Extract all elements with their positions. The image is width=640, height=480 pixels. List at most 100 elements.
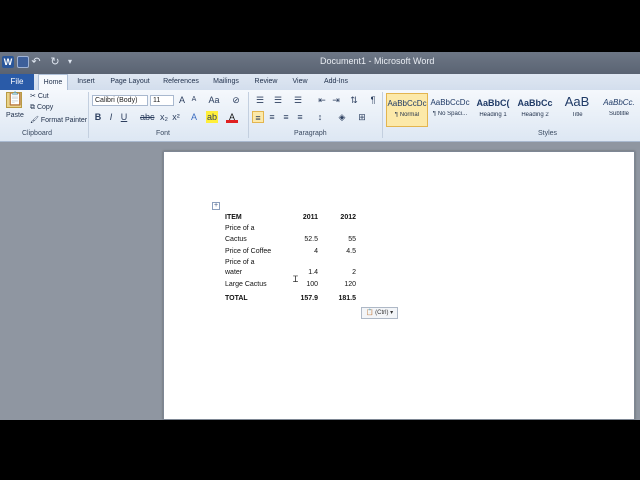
table-cell-item: water (225, 269, 243, 276)
strikethrough-icon[interactable]: abc (140, 111, 155, 123)
font-color-icon[interactable]: A (226, 111, 238, 123)
style-heading-2[interactable]: AaBbCc Heading 2 (514, 93, 556, 127)
clear-formatting-icon[interactable]: ⊘ (230, 94, 242, 106)
style-subtitle[interactable]: AaBbCc. Subtitle (598, 93, 640, 127)
style-name: Heading 1 (479, 112, 507, 118)
increase-indent-icon[interactable]: ⇥ (330, 94, 342, 106)
table-cell-item: Price of Coffee (225, 248, 272, 255)
paragraph-group-label: Paragraph (294, 130, 327, 137)
text-effects-icon[interactable]: A (188, 111, 200, 123)
underline-icon[interactable]: U (118, 111, 130, 123)
paste-button[interactable]: Paste (6, 112, 24, 119)
style-sample: AaBbCc. (603, 98, 635, 107)
align-right-icon[interactable]: ≡ (280, 111, 292, 123)
subscript-icon[interactable]: x₂ (158, 111, 170, 123)
table-header-2011: 2011 (302, 214, 318, 221)
tab-view[interactable]: View (288, 74, 312, 90)
table-cell-2012: 2 (352, 269, 356, 276)
table-cell-item: Cactus (225, 236, 247, 243)
ribbon-tabs: File Home Insert Page Layout References … (0, 74, 640, 90)
table-cell-item: Price of a (225, 259, 255, 266)
save-icon[interactable] (17, 56, 29, 68)
ribbon: 📋 Paste ✂ Cut ⧉ Copy 🖌 Format Painter Cl… (0, 90, 640, 142)
customize-quick-access-icon[interactable]: ▾ (64, 56, 76, 68)
style-sample: AaB (564, 94, 590, 109)
separator (88, 92, 89, 138)
tab-page-layout[interactable]: Page Layout (106, 74, 154, 90)
tab-home[interactable]: Home (38, 74, 68, 90)
grow-font-icon[interactable]: A (176, 94, 188, 106)
tab-add-ins[interactable]: Add-Ins (318, 74, 354, 90)
font-name-box[interactable]: Calibri (Body) (92, 95, 148, 106)
justify-icon[interactable]: ≡ (294, 111, 306, 123)
shading-icon[interactable]: ◈ (336, 111, 348, 123)
borders-icon[interactable]: ⊞ (356, 111, 368, 123)
window-title: Document1 - Microsoft Word (320, 56, 435, 66)
show-formatting-icon[interactable]: ¶ (367, 94, 379, 106)
style-sample: AaBbCc (517, 98, 553, 108)
cut-label: Cut (37, 93, 49, 100)
tab-file[interactable]: File (0, 74, 34, 90)
table-cell-2012: 55 (348, 236, 356, 243)
redo-icon[interactable]: ↻ (49, 56, 61, 68)
format-painter-label: Format Painter (40, 117, 88, 124)
style-sample: AaBbC( (476, 98, 510, 108)
tab-review[interactable]: Review (250, 74, 282, 90)
decrease-indent-icon[interactable]: ⇤ (316, 94, 328, 106)
align-center-icon[interactable]: ≡ (266, 111, 278, 123)
table-total-label: TOTAL (225, 295, 248, 302)
table-move-handle-icon[interactable]: + (212, 202, 220, 210)
bold-icon[interactable]: B (92, 111, 104, 123)
bullets-icon[interactable]: ☰ (254, 94, 266, 106)
table-cell-2011: 4 (314, 248, 318, 255)
highlight-icon[interactable]: ab (206, 111, 218, 123)
table-cell-item: Large Cactus (225, 281, 267, 288)
style-name: Heading 2 (521, 112, 549, 118)
undo-icon[interactable]: ↶ (30, 56, 42, 68)
superscript-icon[interactable]: x² (170, 111, 182, 123)
tab-references[interactable]: References (160, 74, 202, 90)
clipboard-group-label: Clipboard (22, 130, 52, 137)
styles-group-label: Styles (538, 130, 558, 137)
paste-options-button[interactable]: 📋 (Ctrl) ▾ (361, 307, 399, 319)
table-cell-item: Price of a (225, 225, 255, 232)
table-header-item: ITEM (225, 214, 242, 221)
style-sample: AaBbCcDc (430, 98, 470, 107)
copy-button[interactable]: ⧉ Copy (30, 104, 53, 112)
multilevel-list-icon[interactable]: ☰ (292, 94, 304, 106)
font-group-label: Font (156, 130, 171, 137)
font-size-box[interactable]: 11 (150, 95, 174, 106)
format-painter-button[interactable]: 🖌 Format Painter (30, 116, 87, 124)
word-app-icon[interactable]: W (2, 56, 14, 68)
tab-insert[interactable]: Insert (72, 74, 100, 90)
document-page[interactable]: + ITEM 2011 2012 Price of a Cactus 52.5 … (163, 151, 635, 420)
tab-mailings[interactable]: Mailings (208, 74, 244, 90)
style-title[interactable]: AaB Title (556, 93, 598, 127)
line-spacing-icon[interactable]: ↕ (314, 111, 326, 123)
shrink-font-icon[interactable]: A (188, 94, 200, 106)
style-name: Subtitle (608, 111, 629, 117)
sort-icon[interactable]: ⇅ (348, 94, 360, 106)
word-window: W ↶ ↻ ▾ Document1 - Microsoft Word File … (0, 52, 640, 420)
change-case-icon[interactable]: Aa (208, 94, 220, 106)
title-bar: W ↶ ↻ ▾ Document1 - Microsoft Word (0, 52, 640, 74)
table-header-2012: 2012 (340, 214, 356, 221)
paste-options-label: (Ctrl) (375, 310, 389, 316)
paste-icon[interactable]: 📋 (6, 92, 23, 108)
numbering-icon[interactable]: ☰ (272, 94, 284, 106)
table-cell-2011: 52.5 (304, 236, 318, 243)
cut-button[interactable]: ✂ Cut (30, 92, 49, 100)
style-no-spacing[interactable]: AaBbCcDc ¶ No Spaci... (429, 93, 471, 127)
style-normal[interactable]: AaBbCcDc ¶ Normal (386, 93, 428, 127)
table-cell-2012: 4.5 (346, 248, 356, 255)
style-name: ¶ Normal (394, 112, 420, 118)
table-total-2012: 181.5 (338, 295, 356, 302)
table-total-2011: 157.9 (300, 295, 318, 302)
separator (248, 92, 249, 138)
style-heading-1[interactable]: AaBbC( Heading 1 (472, 93, 514, 127)
style-name: Title (571, 112, 583, 118)
italic-icon[interactable]: I (105, 111, 117, 123)
align-left-icon[interactable]: ≡ (252, 111, 264, 123)
copy-label: Copy (36, 104, 54, 111)
separator (382, 92, 383, 138)
